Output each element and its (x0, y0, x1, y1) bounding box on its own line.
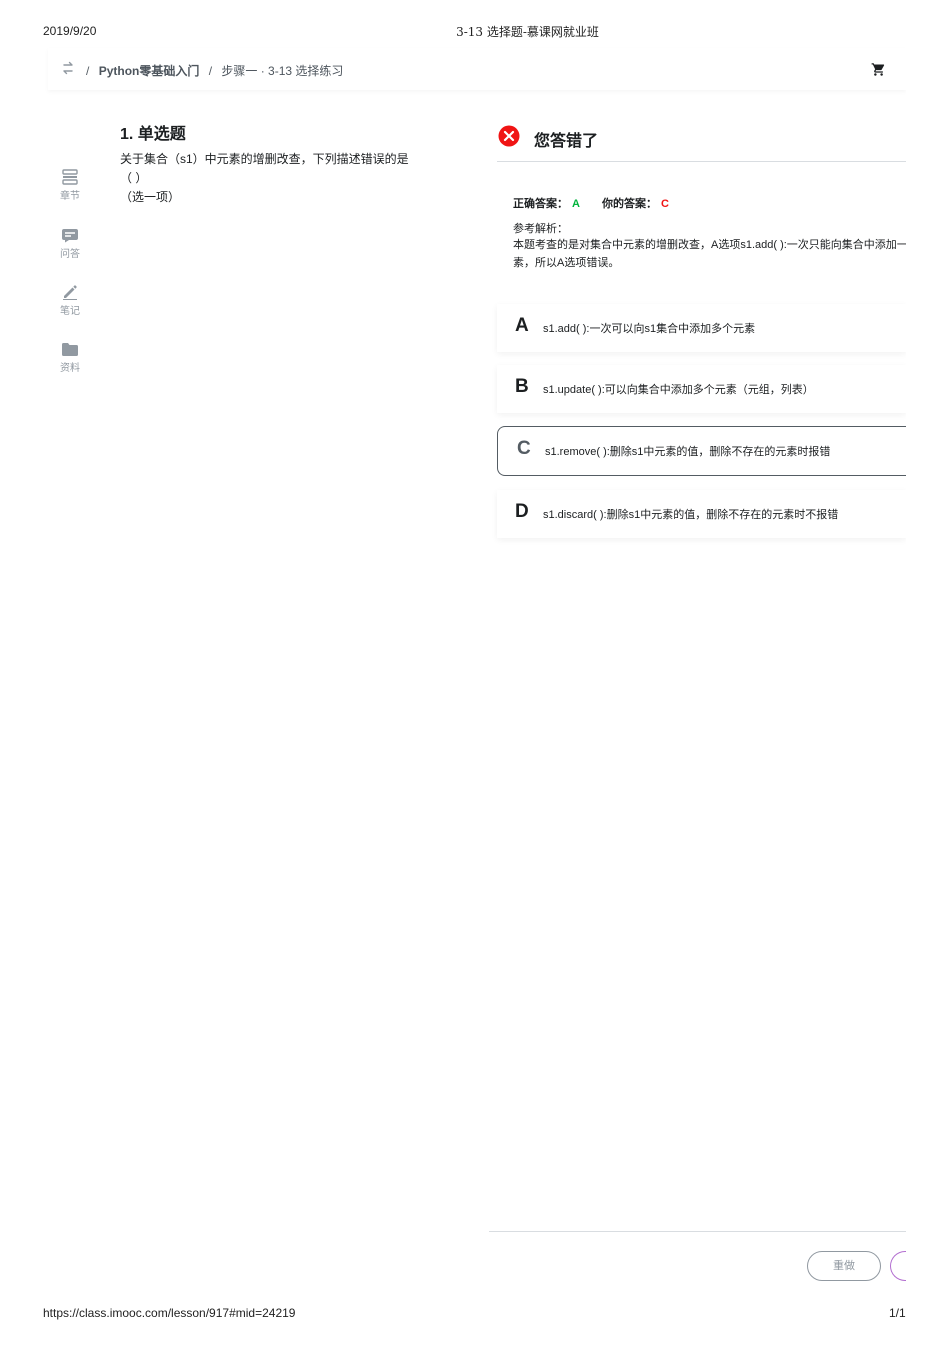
qa-icon (54, 227, 86, 243)
option-c[interactable]: C s1.remove( ):删除s1中元素的值，删除不存在的元素时报错 (497, 426, 906, 476)
result-divider (497, 161, 906, 162)
sidebar-item-qa[interactable]: 问答 (54, 227, 86, 260)
chapter-icon (54, 169, 86, 185)
page-viewport: / Python零基础入门 / 步骤一 · 3-13 选择练习 章节 问答 笔记… (0, 0, 906, 1345)
print-page-number: 1/1 (889, 1306, 906, 1320)
sidebar-item-notes[interactable]: 笔记 (54, 284, 86, 317)
option-d[interactable]: D s1.discard( ):删除s1中元素的值，删除不存在的元素时不报错 (497, 490, 906, 538)
your-answer-value: C (660, 198, 669, 210)
option-text: s1.add( ):一次可以向s1集合中添加多个元素 (543, 323, 756, 335)
answer-summary: 正确答案： A 你的答案： C (513, 195, 669, 211)
sidebar-item-label: 笔记 (60, 306, 80, 317)
option-letter: A (515, 315, 529, 336)
analysis-text: 本题考查的是对集合中元素的增删改查，A选项s1.add( ):一次只能向集合中添… (513, 236, 906, 272)
footer-divider (489, 1231, 906, 1232)
sidebar-item-chapter[interactable]: 章节 (54, 169, 86, 202)
sidebar-item-materials[interactable]: 资料 (54, 342, 86, 374)
sidebar-item-label: 资料 (60, 363, 80, 374)
top-bar: / Python零基础入门 / 步骤一 · 3-13 选择练习 (48, 48, 906, 90)
breadcrumb-course[interactable]: Python零基础入门 (99, 64, 200, 78)
next-button[interactable] (890, 1251, 906, 1281)
correct-answer-label: 正确答案： (513, 198, 568, 210)
folder-icon (54, 342, 86, 357)
analysis-line: 素，所以A选项错误。 (513, 257, 620, 269)
option-text: s1.discard( ):删除s1中元素的值，删除不存在的元素时不报错 (543, 509, 839, 521)
cart-icon[interactable] (871, 62, 886, 82)
question-hint: （选一项） (120, 190, 181, 204)
option-letter: D (515, 501, 529, 522)
analysis-label: 参考解析： (513, 223, 568, 235)
option-letter: B (515, 376, 529, 397)
analysis-line: 本题考查的是对集合中元素的增删改查，A选项s1.add( ):一次只能向集合中添… (513, 239, 906, 251)
your-answer-label: 你的答案： (601, 198, 657, 210)
sidebar-item-label: 问答 (60, 249, 80, 260)
option-text: s1.remove( ):删除s1中元素的值，删除不存在的元素时报错 (545, 446, 831, 458)
option-a[interactable]: A s1.add( ):一次可以向s1集合中添加多个元素 (497, 304, 906, 352)
question-line: 关于集合（s1）中元素的增删改查，下列描述错误的是（ ） (120, 152, 409, 185)
option-b[interactable]: B s1.update( ):可以向集合中添加多个元素（元组，列表） (497, 365, 906, 413)
correct-answer-value: A (572, 198, 580, 210)
print-url: https://class.imooc.com/lesson/917#mid=2… (43, 1306, 296, 1320)
redo-button[interactable]: 重做 (807, 1251, 881, 1281)
pencil-icon (54, 284, 86, 300)
sidebar-item-label: 章节 (60, 191, 80, 202)
question-text: 关于集合（s1）中元素的增删改查，下列描述错误的是（ ） （选一项） (120, 150, 420, 207)
breadcrumb-lesson: 步骤一 · 3-13 选择练习 (221, 64, 344, 78)
result-title: 您答错了 (534, 133, 599, 150)
option-text: s1.update( ):可以向集合中添加多个元素（元组，列表） (543, 384, 814, 396)
option-letter: C (517, 438, 531, 459)
error-icon (498, 125, 520, 152)
switch-icon[interactable] (62, 61, 74, 80)
breadcrumb: / Python零基础入门 / 步骤一 · 3-13 选择练习 (86, 64, 344, 78)
question-title: 1. 单选题 (120, 126, 186, 143)
